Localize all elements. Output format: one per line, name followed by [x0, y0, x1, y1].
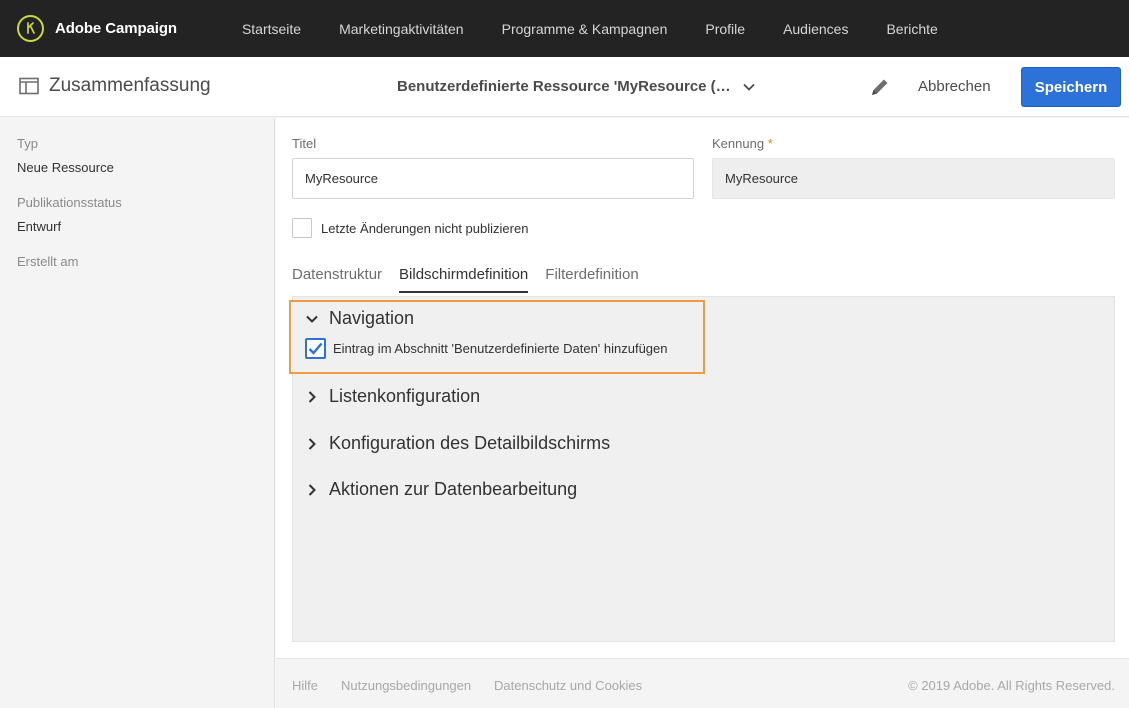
no-publish-checkbox[interactable]: [292, 218, 312, 238]
section-data-editing-actions-title: Aktionen zur Datenbearbeitung: [329, 479, 578, 499]
tab-screen-definition[interactable]: Bildschirmdefinition: [399, 266, 529, 293]
publication-status-label: Publikationsstatus: [17, 195, 122, 210]
nav-item-marketing-activities[interactable]: Marketingaktivitäten: [339, 21, 464, 37]
page-header: Zusammenfassung Benutzerdefinierte Resso…: [0, 57, 1129, 117]
nav-item-home[interactable]: Startseite: [242, 21, 301, 37]
section-detail-screen-configuration-title: Konfiguration des Detailbildschirms: [329, 433, 611, 453]
nav-item-programs-campaigns[interactable]: Programme & Kampagnen: [502, 21, 668, 37]
summary-panel: Typ Neue Ressource Publikationsstatus En…: [0, 118, 275, 708]
screen-definition-panel: Navigation Eintrag im Abschnitt 'Benutze…: [289, 296, 1115, 642]
brand[interactable]: Adobe Campaign: [17, 15, 177, 42]
summary-label: Zusammenfassung: [49, 75, 211, 96]
copyright-text: © 2019 Adobe. All Rights Reserved.: [908, 678, 1115, 693]
type-value: Neue Ressource: [17, 160, 114, 175]
main-nav: Startseite Marketingaktivitäten Programm…: [242, 0, 976, 57]
publication-status-value: Entwurf: [17, 219, 62, 234]
title-input[interactable]: MyResource: [292, 158, 694, 199]
identifier-input: MyResource: [712, 158, 1115, 199]
footer-privacy-link[interactable]: Datenschutz und Cookies: [494, 678, 642, 693]
sidebar-panel-icon: [19, 77, 39, 95]
chevron-down-icon: [743, 83, 755, 91]
type-label: Typ: [17, 136, 38, 151]
app-name: Adobe Campaign: [55, 20, 177, 37]
top-navigation-bar: Adobe Campaign Startseite Marketingaktiv…: [0, 0, 1129, 57]
identifier-label: Kennung *: [712, 136, 773, 151]
identifier-label-text: Kennung: [712, 136, 765, 151]
tab-bar: Datenstruktur Bildschirmdefinition Filte…: [292, 266, 656, 293]
navigation-checkbox-row[interactable]: Eintrag im Abschnitt 'Benutzerdefinierte…: [305, 338, 668, 359]
resource-title-dropdown[interactable]: Benutzerdefinierte Ressource 'MyResource…: [397, 78, 755, 95]
save-button[interactable]: Speichern: [1021, 67, 1121, 107]
tab-filter-definition[interactable]: Filterdefinition: [545, 266, 638, 293]
resource-title: Benutzerdefinierte Ressource 'MyResource…: [397, 78, 731, 95]
created-on-label: Erstellt am: [17, 254, 79, 269]
checkmark-icon: [308, 342, 323, 355]
cancel-button[interactable]: Abbrechen: [918, 78, 991, 95]
summary-toggle[interactable]: Zusammenfassung: [19, 75, 211, 97]
section-navigation-title: Navigation: [329, 308, 415, 328]
no-publish-checkbox-row[interactable]: Letzte Änderungen nicht publizieren: [292, 218, 528, 238]
add-custom-data-entry-label: Eintrag im Abschnitt 'Benutzerdefinierte…: [333, 341, 668, 356]
required-mark: *: [767, 136, 773, 151]
chevron-down-icon: [306, 315, 318, 323]
adobe-campaign-logo-icon: [17, 15, 44, 42]
main-content: Titel MyResource Kennung * MyResource Le…: [276, 118, 1129, 658]
chevron-right-icon: [308, 390, 316, 403]
section-list-configuration[interactable]: Listenkonfiguration: [305, 386, 480, 407]
section-list-configuration-title: Listenkonfiguration: [329, 386, 481, 406]
no-publish-label: Letzte Änderungen nicht publizieren: [321, 220, 529, 236]
chevron-right-icon: [308, 483, 316, 496]
pencil-icon[interactable]: [869, 76, 891, 98]
footer-terms-link[interactable]: Nutzungsbedingungen: [341, 678, 471, 693]
tab-data-structure[interactable]: Datenstruktur: [292, 266, 382, 293]
chevron-right-icon: [308, 437, 316, 450]
section-detail-screen-configuration[interactable]: Konfiguration des Detailbildschirms: [305, 433, 610, 454]
nav-item-audiences[interactable]: Audiences: [783, 21, 848, 37]
footer: Hilfe Nutzungsbedingungen Datenschutz un…: [276, 658, 1129, 708]
nav-item-reports[interactable]: Berichte: [886, 21, 937, 37]
footer-help-link[interactable]: Hilfe: [292, 678, 318, 693]
section-navigation[interactable]: Navigation: [305, 308, 414, 329]
nav-item-profiles[interactable]: Profile: [705, 21, 745, 37]
add-custom-data-entry-checkbox[interactable]: [305, 338, 326, 359]
title-label: Titel: [292, 136, 317, 151]
section-data-editing-actions[interactable]: Aktionen zur Datenbearbeitung: [305, 479, 577, 500]
